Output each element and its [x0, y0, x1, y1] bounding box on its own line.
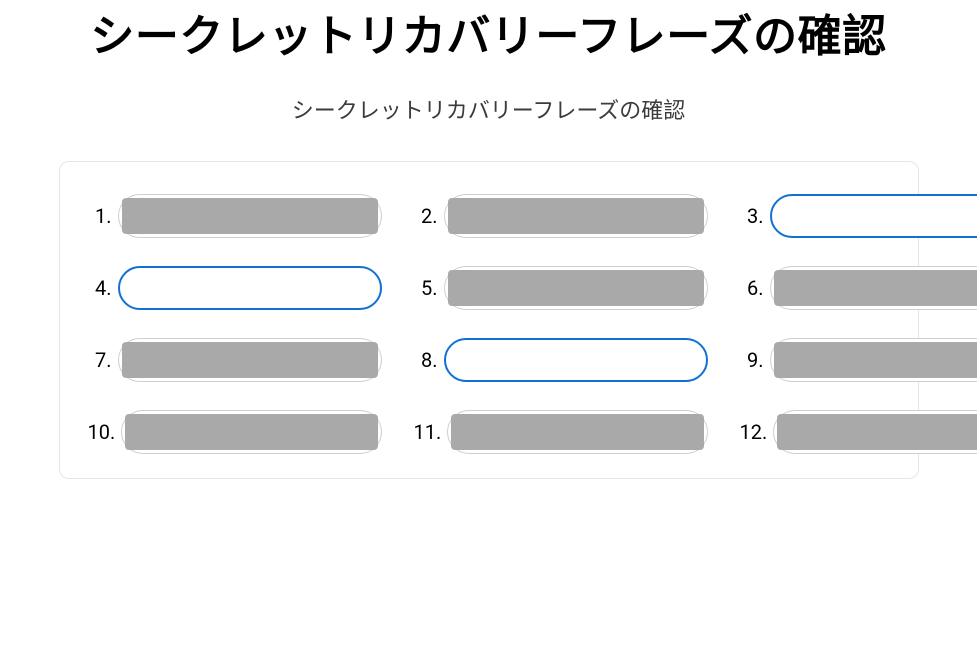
recovery-word-label-1: 1.: [88, 204, 112, 228]
recovery-word-label-3: 3.: [740, 204, 764, 228]
recovery-word-label-7: 7.: [88, 348, 112, 372]
recovery-word-cell-2: 2.: [414, 194, 708, 238]
recovery-word-input-4[interactable]: [130, 270, 370, 306]
recovery-word-input-8[interactable]: [456, 342, 696, 378]
recovery-word-input-wrapper-8[interactable]: [444, 338, 708, 382]
recovery-word-cell-8: 8.: [414, 338, 708, 382]
recovery-word-label-8: 8.: [414, 348, 438, 372]
recovery-phrase-grid: 1. 2. 3. 4. 5. 6. 7. 8. 9. 10. 11. 12.: [88, 194, 890, 454]
recovery-word-label-12: 12.: [740, 420, 768, 444]
recovery-word-label-5: 5.: [414, 276, 438, 300]
recovery-word-mask-2: [448, 198, 704, 234]
recovery-word-cell-10: 10.: [88, 410, 382, 454]
recovery-word-mask-1: [122, 198, 378, 234]
recovery-word-label-10: 10.: [88, 420, 116, 444]
recovery-word-mask-6: [774, 270, 977, 306]
recovery-word-masked-1: [118, 194, 382, 238]
recovery-word-masked-12: [773, 410, 977, 454]
recovery-word-cell-11: 11.: [414, 410, 708, 454]
recovery-word-masked-6: [770, 266, 977, 310]
recovery-word-label-2: 2.: [414, 204, 438, 228]
recovery-word-cell-6: 6.: [740, 266, 977, 310]
recovery-word-masked-5: [444, 266, 708, 310]
recovery-phrase-panel: 1. 2. 3. 4. 5. 6. 7. 8. 9. 10. 11. 12.: [59, 161, 919, 479]
recovery-word-mask-12: [777, 414, 977, 450]
recovery-word-masked-11: [447, 410, 707, 454]
recovery-word-input-wrapper-3[interactable]: [770, 194, 977, 238]
recovery-word-mask-7: [122, 342, 378, 378]
page-title: シークレットリカバリーフレーズの確認: [90, 8, 886, 65]
recovery-word-mask-10: [125, 414, 377, 450]
recovery-word-mask-5: [448, 270, 704, 306]
recovery-word-label-11: 11.: [414, 420, 442, 444]
recovery-word-cell-3: 3.: [740, 194, 977, 238]
recovery-word-masked-2: [444, 194, 708, 238]
recovery-word-cell-9: 9.: [740, 338, 977, 382]
recovery-word-cell-12: 12.: [740, 410, 977, 454]
recovery-word-cell-1: 1.: [88, 194, 382, 238]
recovery-word-input-wrapper-4[interactable]: [118, 266, 382, 310]
recovery-word-cell-4: 4.: [88, 266, 382, 310]
recovery-word-label-6: 6.: [740, 276, 764, 300]
recovery-word-input-3[interactable]: [782, 198, 977, 234]
recovery-word-mask-11: [451, 414, 703, 450]
recovery-word-masked-10: [121, 410, 381, 454]
recovery-word-cell-7: 7.: [88, 338, 382, 382]
recovery-word-label-9: 9.: [740, 348, 764, 372]
recovery-word-cell-5: 5.: [414, 266, 708, 310]
page-subtitle: シークレットリカバリーフレーズの確認: [292, 93, 686, 125]
recovery-word-mask-9: [774, 342, 977, 378]
recovery-word-masked-9: [770, 338, 977, 382]
recovery-word-masked-7: [118, 338, 382, 382]
recovery-word-label-4: 4.: [88, 276, 112, 300]
